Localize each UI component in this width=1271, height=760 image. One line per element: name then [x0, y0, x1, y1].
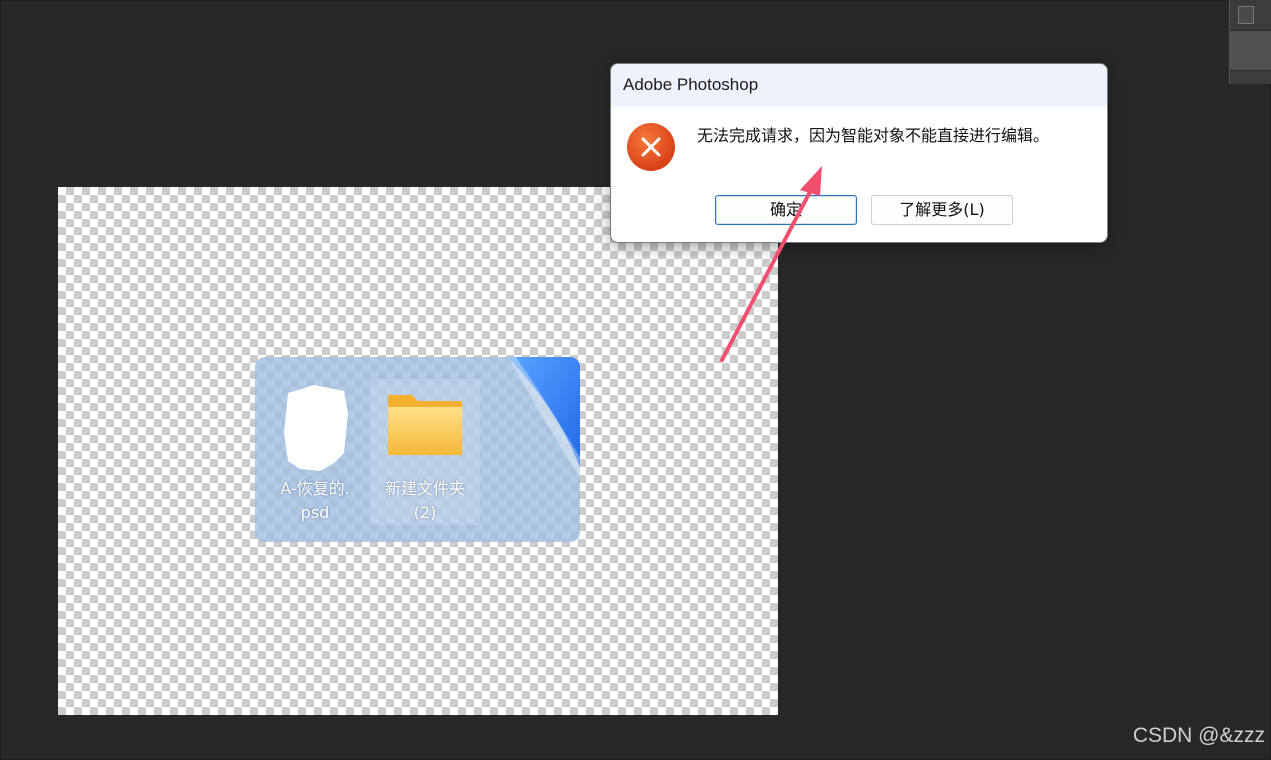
photoshop-workspace: A-恢复的. psd 新建文件夹 (2) Adobe Photoshop 无法完…	[0, 0, 1271, 760]
folder-icon	[388, 395, 462, 455]
collapsed-panel-dock[interactable]	[1229, 0, 1271, 84]
watermark: CSDN @&zzz	[1132, 724, 1265, 747]
panel-divider-2	[1230, 70, 1271, 71]
panel-expand-icon[interactable]	[1238, 6, 1254, 24]
document-canvas[interactable]: A-恢复的. psd 新建文件夹 (2)	[58, 187, 778, 715]
folder-label-line1: 新建文件夹	[384, 479, 465, 498]
error-dialog: Adobe Photoshop 无法完成请求，因为智能对象不能直接进行编辑。 确…	[610, 63, 1108, 243]
ok-button[interactable]: 确定	[715, 195, 857, 225]
error-x-icon	[627, 123, 675, 171]
file-label-line2: psd	[300, 503, 330, 522]
learn-more-button[interactable]: 了解更多(L)	[871, 195, 1013, 225]
folder-label-line2: (2)	[413, 503, 437, 522]
blue-swoosh-graphic	[508, 357, 580, 479]
desktop-folder[interactable]: 新建文件夹 (2)	[370, 379, 480, 525]
folder-label: 新建文件夹 (2)	[370, 477, 480, 525]
smart-object-layer[interactable]: A-恢复的. psd 新建文件夹 (2)	[255, 357, 580, 542]
dialog-title: Adobe Photoshop	[623, 75, 759, 94]
desktop-file-psd[interactable]: A-恢复的. psd	[260, 379, 370, 525]
file-label: A-恢复的. psd	[260, 477, 370, 525]
dialog-titlebar[interactable]: Adobe Photoshop	[611, 64, 1107, 107]
dialog-message: 无法完成请求，因为智能对象不能直接进行编辑。	[697, 126, 1050, 145]
file-label-line1: A-恢复的.	[280, 479, 350, 498]
psd-file-icon	[284, 385, 348, 471]
panel-tab[interactable]	[1230, 31, 1271, 70]
